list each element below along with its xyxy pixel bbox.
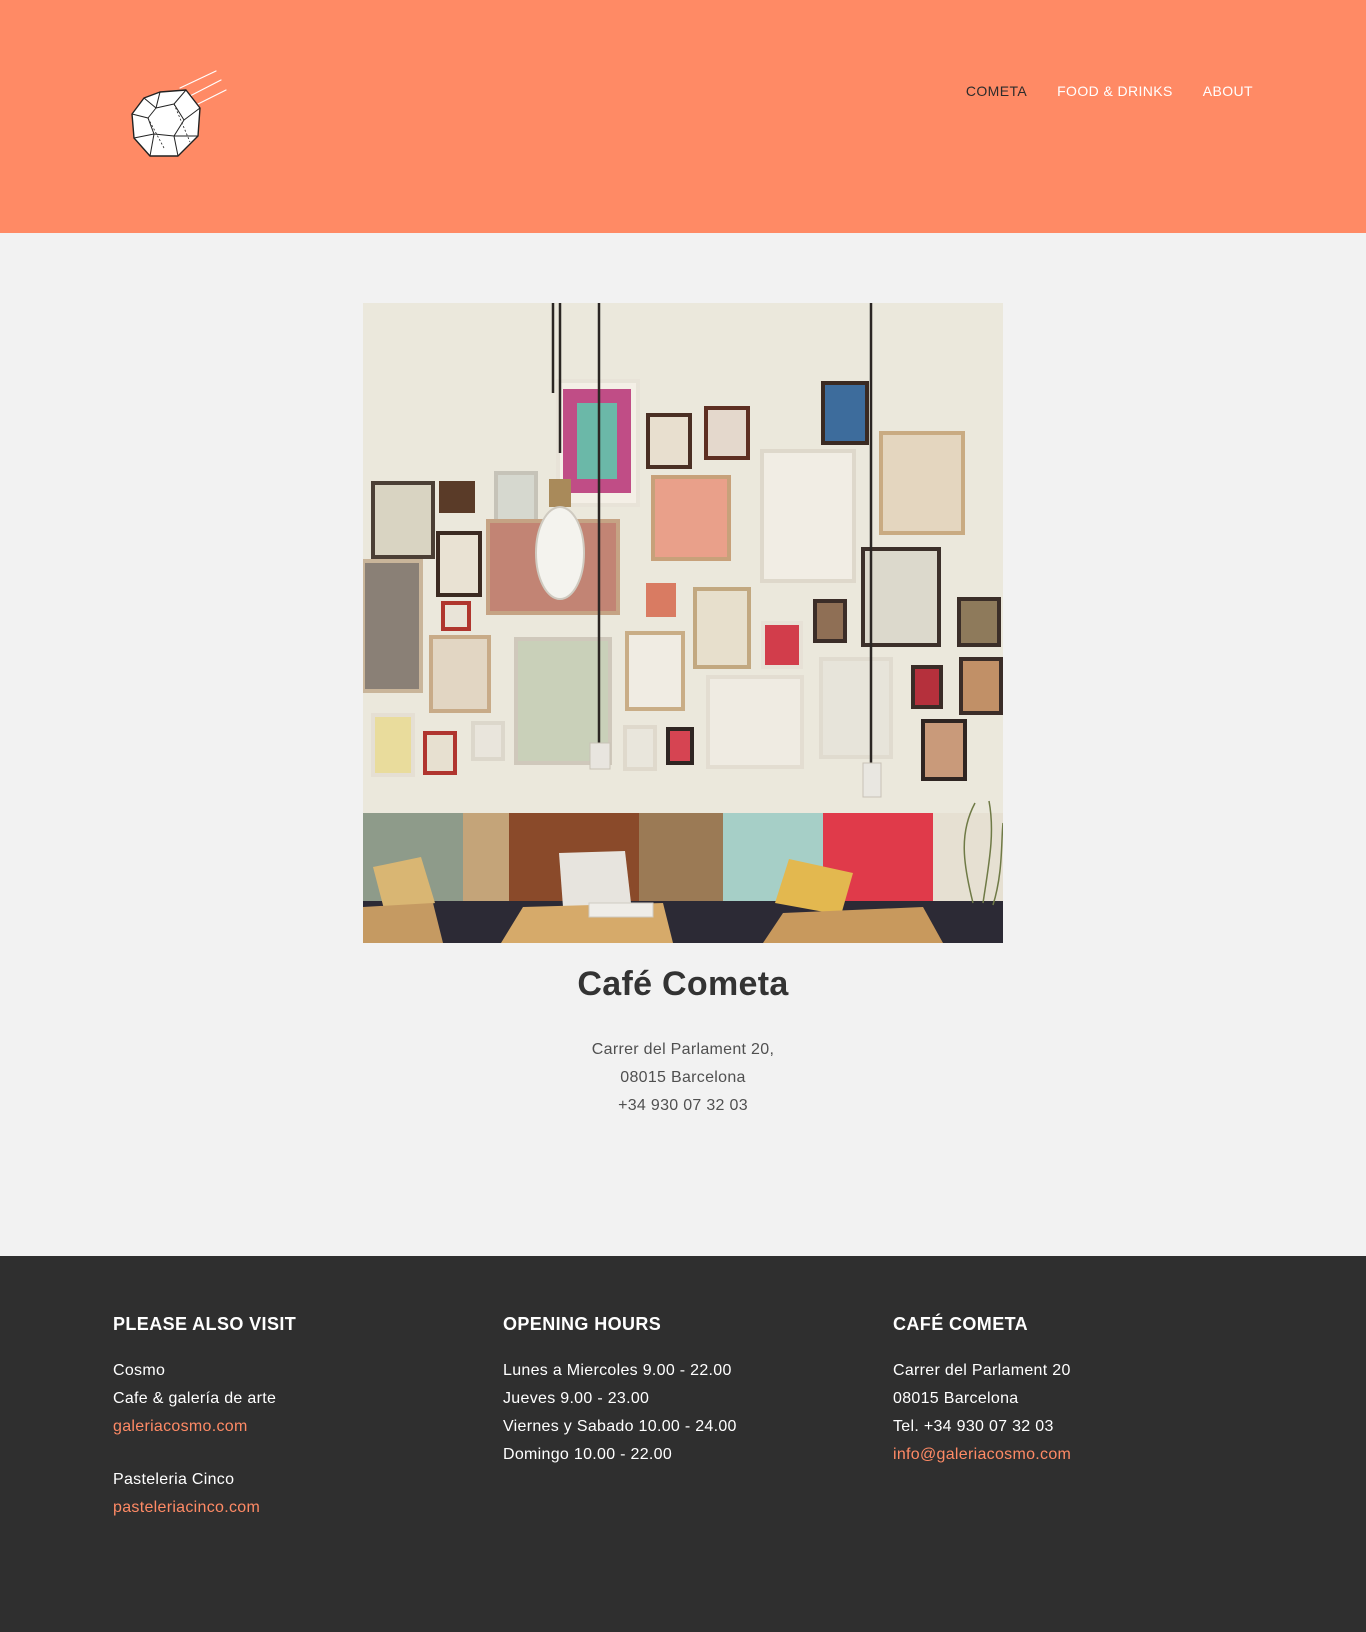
venue-phone: +34 930 07 32 03 [618,1097,748,1114]
contact-address-line1: Carrer del Parlament 20 [893,1362,1071,1379]
site-footer: PLEASE ALSO VISIT Cosmo Cafe & galería d… [0,1256,1366,1632]
place1-desc: Cafe & galería de arte [113,1390,277,1407]
footer-hours-column: OPENING HOURS Lunes a Miercoles 9.00 - 2… [503,1314,863,1469]
footer-contact-heading: CAFÉ COMETA [893,1314,1029,1334]
place2-link[interactable]: pasteleriacinco.com [113,1494,473,1522]
footer-hours-heading: OPENING HOURS [503,1314,662,1334]
home-logo-link[interactable] [128,68,230,164]
venue-info: Café Cometa Carrer del Parlament 20, 080… [0,965,1366,1120]
cafe-interior-photo [363,303,1003,943]
hours-line: Jueves 9.00 - 23.00 [503,1390,650,1407]
site-header: COMETA FOOD & DRINKS ABOUT [0,0,1366,233]
nav-item-cometa[interactable]: COMETA [966,83,1027,99]
contact-email-link[interactable]: info@galeriacosmo.com [893,1441,1253,1469]
footer-visit-column: PLEASE ALSO VISIT Cosmo Cafe & galería d… [113,1314,473,1522]
hours-line: Domingo 10.00 - 22.00 [503,1446,673,1463]
place1-link[interactable]: galeriacosmo.com [113,1413,473,1441]
hours-line: Viernes y Sabado 10.00 - 24.00 [503,1418,737,1435]
venue-title: Café Cometa [577,965,789,1003]
venue-address: Carrer del Parlament 20, 08015 Barcelona… [0,1036,1366,1120]
footer-contact-column: CAFÉ COMETA Carrer del Parlament 20 0801… [893,1314,1253,1469]
nav-item-about[interactable]: ABOUT [1203,83,1253,99]
venue-address-line1: Carrer del Parlament 20, [591,1041,775,1058]
contact-address-line2: 08015 Barcelona [893,1390,1019,1407]
place1-name: Cosmo [113,1362,166,1379]
footer-contact-details: Carrer del Parlament 20 08015 Barcelona … [893,1357,1253,1441]
place2-name: Pasteleria Cinco [113,1471,235,1488]
comet-icon [131,70,227,157]
venue-address-line2: 08015 Barcelona [620,1069,746,1086]
footer-visit-place2: Pasteleria Cinco [113,1466,473,1494]
footer-visit-place1: Cosmo Cafe & galería de arte [113,1357,473,1413]
nav-item-food-drinks[interactable]: FOOD & DRINKS [1057,83,1173,99]
hours-line: Lunes a Miercoles 9.00 - 22.00 [503,1362,732,1379]
opening-hours-list: Lunes a Miercoles 9.00 - 22.00 Jueves 9.… [503,1357,863,1469]
contact-phone: Tel. +34 930 07 32 03 [893,1418,1054,1435]
footer-visit-heading: PLEASE ALSO VISIT [113,1314,297,1334]
main-nav: COMETA FOOD & DRINKS ABOUT [966,83,1253,99]
